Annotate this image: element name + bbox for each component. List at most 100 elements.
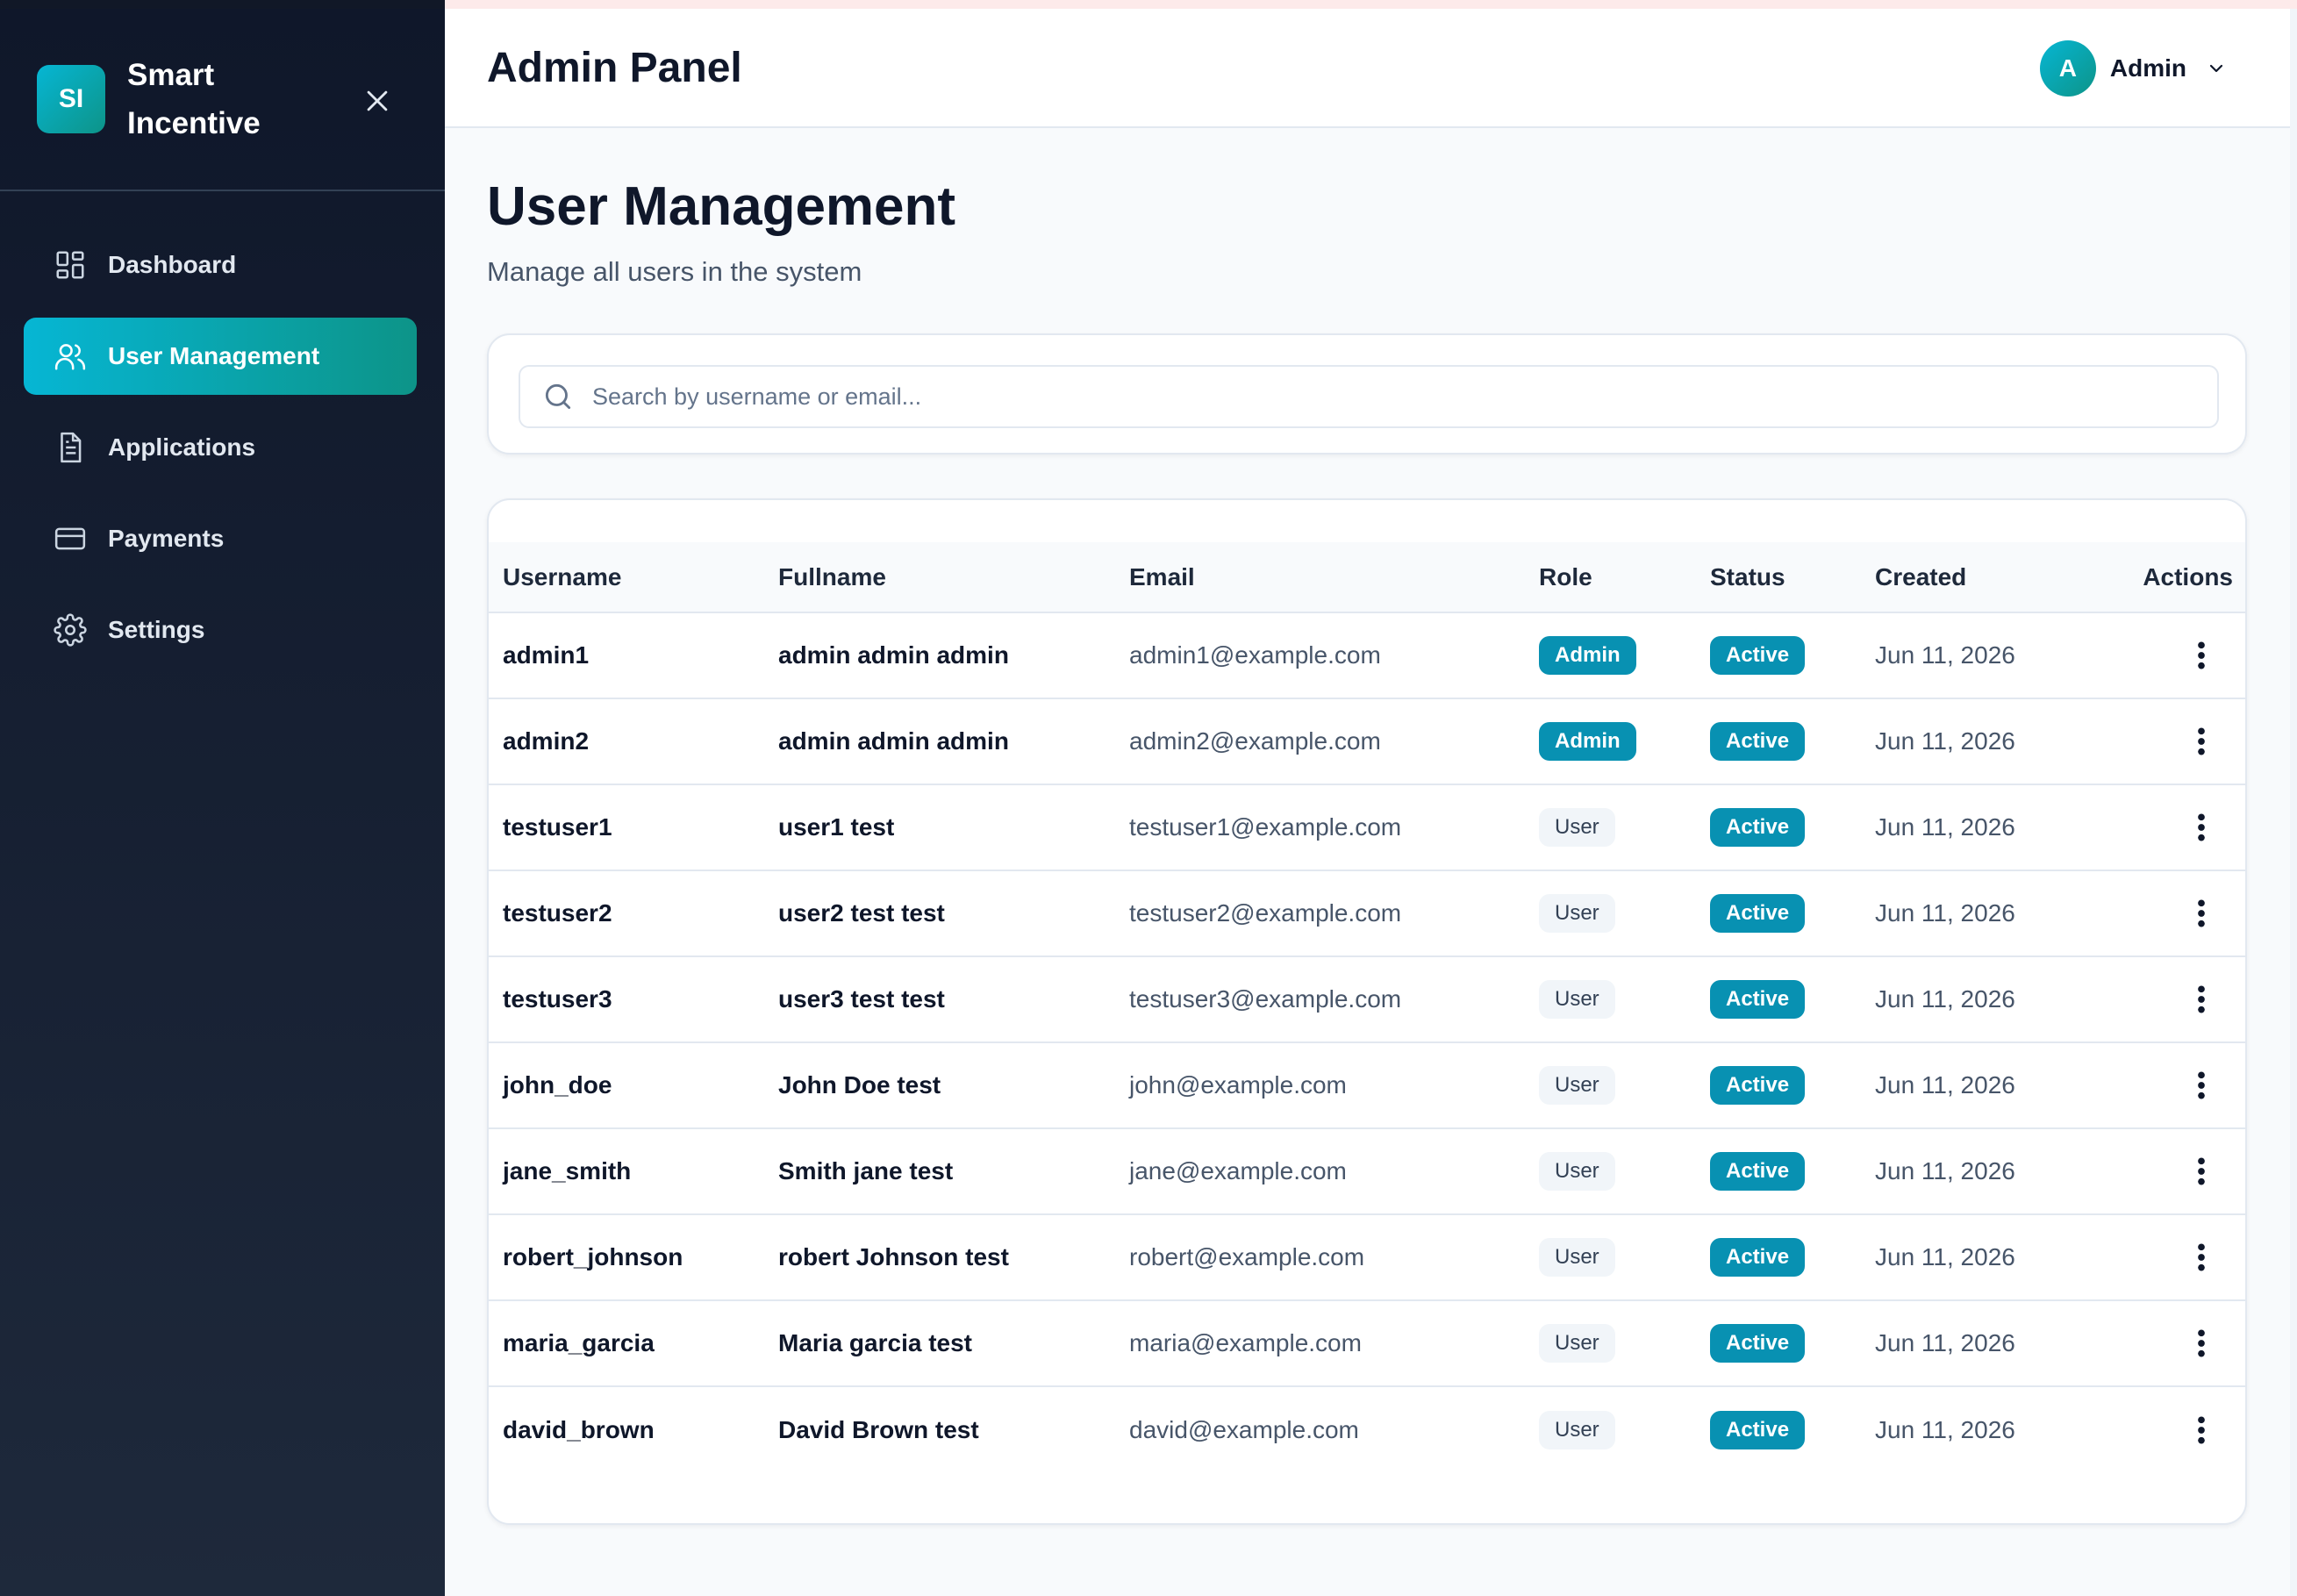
sidebar-item-settings[interactable]: Settings <box>24 591 417 669</box>
table-row[interactable]: admin2 admin admin admin admin2@example.… <box>489 698 2245 784</box>
more-actions-icon[interactable] <box>2191 1413 2212 1448</box>
cell-fullname: user3 test test <box>778 985 945 1013</box>
table-row[interactable]: testuser1 user1 test testuser1@example.c… <box>489 784 2245 870</box>
role-badge: Admin <box>1539 636 1636 675</box>
cell-username: testuser2 <box>503 899 612 927</box>
cell-username: robert_johnson <box>503 1243 683 1270</box>
table-row[interactable]: jane_smith Smith jane test jane@example.… <box>489 1128 2245 1214</box>
top-header: Admin Panel A Admin <box>445 9 2290 128</box>
more-actions-icon[interactable] <box>2191 1326 2212 1361</box>
cell-role: User <box>1525 956 1696 1042</box>
role-badge: User <box>1539 1066 1615 1105</box>
role-badge: User <box>1539 1238 1615 1277</box>
status-badge: Active <box>1710 1238 1806 1277</box>
sidebar-item-label: Dashboard <box>108 251 237 278</box>
cell-status: Active <box>1696 1128 1861 1214</box>
user-menu-button[interactable]: A Admin <box>2039 40 2227 97</box>
cell-created: Jun 11, 2026 <box>1875 1415 2015 1443</box>
table-row[interactable]: robert_johnson robert Johnson test rober… <box>489 1214 2245 1300</box>
more-actions-icon[interactable] <box>2191 1154 2212 1189</box>
cell-status: Active <box>1696 784 1861 870</box>
cell-fullname: John Doe test <box>778 1071 941 1099</box>
sidebar: SI Smart Incentive Dashboard User Manage… <box>0 9 445 1596</box>
role-badge: User <box>1539 980 1615 1019</box>
status-badge: Active <box>1710 1066 1806 1105</box>
cell-created: Jun 11, 2026 <box>1875 1243 2015 1270</box>
more-actions-icon[interactable] <box>2191 896 2212 931</box>
column-header-email[interactable]: Email <box>1115 542 1525 612</box>
table-header-row: Username Fullname Email Role Status Crea… <box>489 542 2245 612</box>
table-row[interactable]: john_doe John Doe test john@example.com … <box>489 1042 2245 1128</box>
column-header-username[interactable]: Username <box>489 542 764 612</box>
table-row[interactable]: testuser2 user2 test test testuser2@exam… <box>489 870 2245 956</box>
cell-username: maria_garcia <box>503 1329 655 1356</box>
app-shell: SI Smart Incentive Dashboard User Manage… <box>0 9 2290 1596</box>
role-badge: User <box>1539 808 1615 847</box>
cell-email: testuser1@example.com <box>1129 813 1402 841</box>
cell-username: john_doe <box>503 1071 612 1099</box>
more-actions-icon[interactable] <box>2191 638 2212 673</box>
cell-created: Jun 11, 2026 <box>1875 1157 2015 1184</box>
sidebar-item-user-management[interactable]: User Management <box>24 318 417 395</box>
more-actions-icon[interactable] <box>2191 982 2212 1017</box>
cell-actions <box>2115 1300 2245 1386</box>
cell-actions <box>2115 956 2245 1042</box>
cell-fullname: David Brown test <box>778 1415 979 1443</box>
document-icon <box>54 431 87 464</box>
cell-actions <box>2115 1386 2245 1472</box>
sidebar-item-payments[interactable]: Payments <box>24 500 417 577</box>
column-header-actions: Actions <box>2143 562 2233 590</box>
sidebar-item-dashboard[interactable]: Dashboard <box>24 226 417 304</box>
table-row[interactable]: maria_garcia Maria garcia test maria@exa… <box>489 1300 2245 1386</box>
page-title: User Management <box>487 176 956 237</box>
table-row[interactable]: testuser3 user3 test test testuser3@exam… <box>489 956 2245 1042</box>
window-top-edge-dark <box>0 0 445 9</box>
column-header-created[interactable]: Created <box>1861 542 2115 612</box>
column-header-status[interactable]: Status <box>1696 542 1861 612</box>
status-badge: Active <box>1710 1410 1806 1449</box>
cell-actions <box>2115 1042 2245 1128</box>
cell-email: robert@example.com <box>1129 1243 1365 1270</box>
more-actions-icon[interactable] <box>2191 1068 2212 1103</box>
users-icon <box>54 340 87 373</box>
more-actions-icon[interactable] <box>2191 810 2212 845</box>
cell-fullname: user2 test test <box>778 899 945 927</box>
cell-created: Jun 11, 2026 <box>1875 1071 2015 1099</box>
cell-username: testuser1 <box>503 813 612 841</box>
table-row[interactable]: david_brown David Brown test david@examp… <box>489 1386 2245 1472</box>
search-box <box>519 365 2219 428</box>
credit-card-icon <box>54 522 87 555</box>
brand-logo: SI <box>37 65 105 133</box>
sidebar-nav: Dashboard User Management Applications P… <box>0 191 445 669</box>
dashboard-icon <box>54 248 87 282</box>
sidebar-item-label: User Management <box>108 342 320 369</box>
status-badge: Active <box>1710 980 1806 1019</box>
role-badge: User <box>1539 1324 1615 1363</box>
status-badge: Active <box>1710 636 1806 675</box>
more-actions-icon[interactable] <box>2191 1240 2212 1275</box>
sidebar-item-applications[interactable]: Applications <box>24 409 417 486</box>
more-actions-icon[interactable] <box>2191 724 2212 759</box>
page-subtitle: Manage all users in the system <box>487 256 862 287</box>
cell-created: Jun 11, 2026 <box>1875 813 2015 841</box>
cell-username: david_brown <box>503 1415 655 1443</box>
close-sidebar-button[interactable] <box>362 86 392 116</box>
cell-email: jane@example.com <box>1129 1157 1347 1184</box>
table-row[interactable]: admin1 admin admin admin admin1@example.… <box>489 612 2245 698</box>
cell-email: testuser3@example.com <box>1129 985 1402 1013</box>
status-badge: Active <box>1710 722 1806 761</box>
cell-email: admin2@example.com <box>1129 727 1381 755</box>
close-icon <box>367 90 388 111</box>
cell-role: Admin <box>1525 612 1696 698</box>
cell-created: Jun 11, 2026 <box>1875 641 2015 669</box>
cell-actions <box>2115 612 2245 698</box>
cell-username: admin2 <box>503 727 590 755</box>
window-scrollbar[interactable] <box>2290 9 2297 1596</box>
window-top-edge <box>0 0 2297 9</box>
status-badge: Active <box>1710 1152 1806 1191</box>
column-header-fullname[interactable]: Fullname <box>764 542 1115 612</box>
column-header-role[interactable]: Role <box>1525 542 1696 612</box>
search-input[interactable] <box>592 383 2172 411</box>
cell-username: jane_smith <box>503 1157 632 1184</box>
role-badge: Admin <box>1539 722 1636 761</box>
